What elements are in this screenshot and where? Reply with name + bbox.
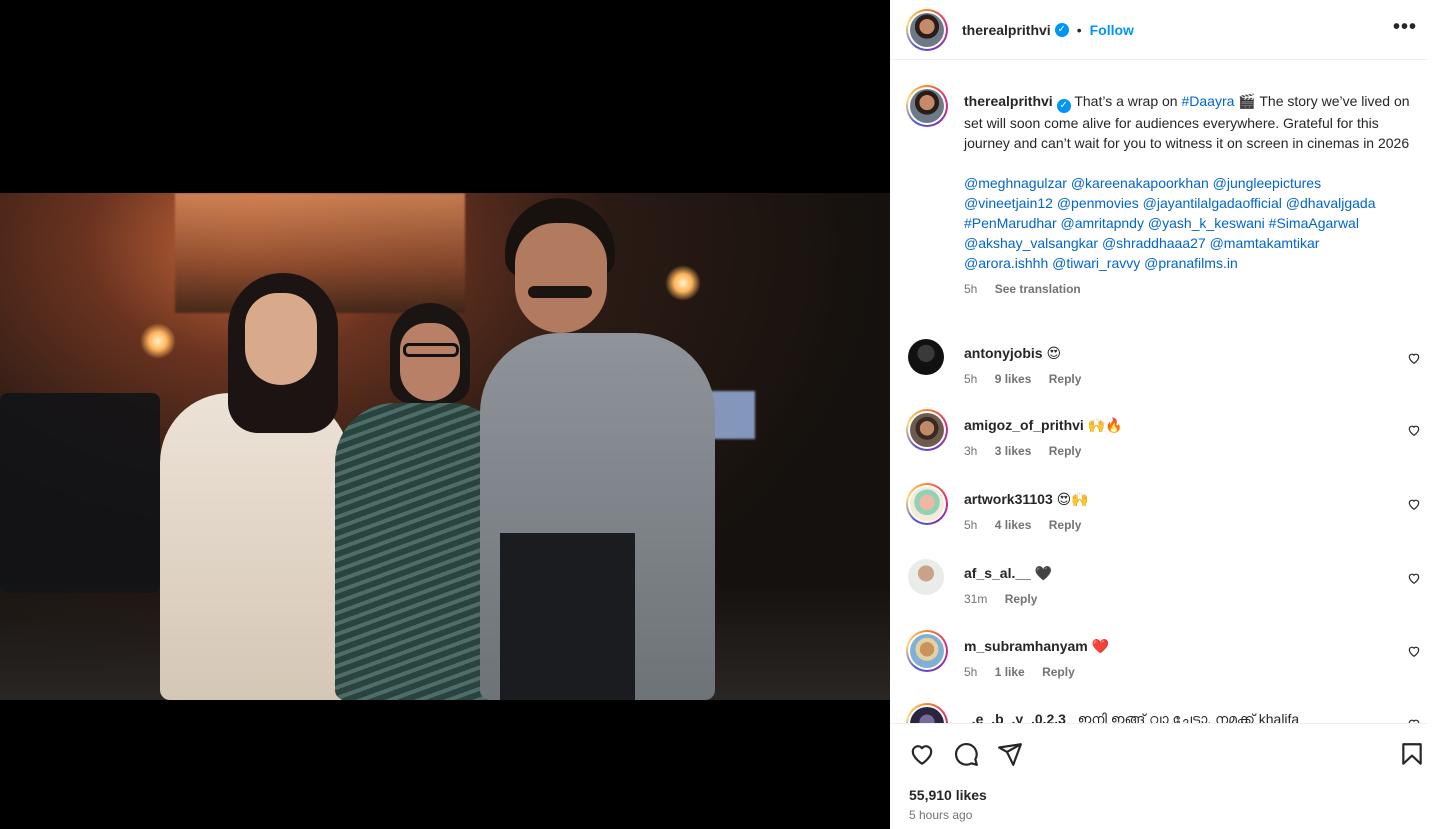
- comment-row: antonyjobis 😍 5h 9 likes Reply: [906, 337, 1421, 401]
- comments-scroll-area[interactable]: therealprithvi ✓ That’s a wrap on #Daayra…: [890, 61, 1427, 723]
- bookmark-icon[interactable]: [1399, 741, 1425, 767]
- comment-like-heart-icon[interactable]: [1407, 497, 1421, 511]
- comment-text: 🖤: [1034, 565, 1053, 581]
- post-time-ago[interactable]: 5 hours ago: [909, 808, 972, 822]
- comment-content: m_subramhanyam ❤️ 5h 1 like Reply: [964, 636, 1424, 682]
- comment-avatar[interactable]: [908, 559, 944, 595]
- media-area: [0, 0, 890, 829]
- hashtag-link[interactable]: #Daayra: [1181, 93, 1234, 109]
- person-1-face: [245, 293, 317, 385]
- caption-mentions-line[interactable]: #PenMarudhar @amritapndy @yash_k_keswani…: [964, 213, 1424, 233]
- person-2-glasses: [403, 343, 459, 357]
- caption-mentions-line[interactable]: @arora.ishhh @tiwari_ravvy @pranafilms.i…: [964, 253, 1424, 273]
- comment-content: antonyjobis 😍 5h 9 likes Reply: [964, 343, 1424, 389]
- see-translation-button[interactable]: See translation: [995, 282, 1081, 296]
- follow-button[interactable]: Follow: [1090, 22, 1134, 38]
- photo-street-light: [140, 323, 176, 359]
- comment-row: artwork31103 😍🙌 5h 4 likes Reply: [906, 483, 1421, 547]
- comment-text: 😍🙌: [1056, 491, 1089, 507]
- comment-content: af_s_al.__ 🖤 31m Reply: [964, 563, 1424, 609]
- comment-username[interactable]: af_s_al.__: [964, 565, 1031, 581]
- post-photo[interactable]: [0, 193, 890, 700]
- person-3-trousers: [500, 533, 635, 700]
- comment-username[interactable]: antonyjobis: [964, 345, 1043, 361]
- person-3-moustache: [528, 286, 592, 298]
- photo-car: [0, 393, 160, 593]
- comment-username[interactable]: artwork31103: [964, 491, 1053, 507]
- comment-row: af_s_al.__ 🖤 31m Reply: [906, 557, 1421, 621]
- caption-meta: 5h See translation: [964, 279, 1424, 299]
- comment-username[interactable]: amigoz_of_prithvi: [964, 417, 1084, 433]
- comment-avatar[interactable]: [906, 703, 948, 723]
- heart-icon[interactable]: [909, 741, 935, 767]
- reply-button[interactable]: Reply: [1049, 518, 1082, 532]
- caption-mentions-line[interactable]: @akshay_valsangkar @shraddhaaa27 @mamtak…: [964, 233, 1424, 253]
- comment-time[interactable]: 3h: [964, 444, 977, 458]
- clapper-emoji: 🎬: [1238, 93, 1256, 109]
- comment-username[interactable]: m_subramhanyam: [964, 638, 1088, 654]
- person-1-body: [160, 393, 350, 700]
- comment-like-heart-icon[interactable]: [1407, 571, 1421, 585]
- caption-text-before: That’s a wrap on: [1074, 93, 1182, 109]
- comment-text: ഇനി ഇങ്ങ് വാ ചേട്ടാ, നമുക്ക് khalifa: [1077, 711, 1300, 723]
- caption-mentions-line[interactable]: @vineetjain12 @penmovies @jayantilalgada…: [964, 193, 1424, 213]
- verified-badge-icon: ✓: [1054, 22, 1069, 37]
- comment-like-heart-icon[interactable]: [1407, 423, 1421, 437]
- post-side-panel: therealprithvi ✓ • Follow ••• therealpri…: [890, 0, 1440, 829]
- comment-likes[interactable]: 1 like: [995, 665, 1025, 679]
- comment-like-heart-icon[interactable]: [1407, 351, 1421, 365]
- caption-author-avatar[interactable]: [906, 85, 948, 127]
- likes-count[interactable]: 55,910 likes: [909, 787, 987, 803]
- verified-badge-icon: ✓: [1056, 99, 1071, 113]
- reply-button[interactable]: Reply: [1005, 592, 1038, 606]
- person-2-face: [400, 323, 460, 401]
- comment-row: amigoz_of_prithvi 🙌🔥 3h 3 likes Reply: [906, 409, 1421, 473]
- comment-content: _.e_.b_.y_.0.2.3_ ഇനി ഇങ്ങ് വാ ചേട്ടാ, ന…: [964, 709, 1424, 723]
- comment-avatar[interactable]: [906, 630, 948, 672]
- author-avatar[interactable]: [906, 8, 948, 51]
- caption-username[interactable]: therealprithvi: [964, 93, 1053, 109]
- comment-time[interactable]: 31m: [964, 592, 987, 606]
- more-options-icon[interactable]: •••: [1393, 16, 1417, 39]
- comment-avatar[interactable]: [908, 339, 944, 375]
- share-icon[interactable]: [997, 741, 1023, 767]
- post-header: therealprithvi ✓ • Follow •••: [890, 0, 1427, 60]
- reply-button[interactable]: Reply: [1049, 372, 1082, 386]
- comment-content: amigoz_of_prithvi 🙌🔥 3h 3 likes Reply: [964, 415, 1424, 461]
- comment-likes[interactable]: 9 likes: [995, 372, 1032, 386]
- comment-row: _.e_.b_.y_.0.2.3_ ഇനി ഇങ്ങ് വാ ചേട്ടാ, ന…: [906, 703, 1421, 723]
- comment-text: ❤️: [1091, 638, 1110, 654]
- caption-mentions-line[interactable]: @meghnagulzar @kareenakapoorkhan @jungle…: [964, 173, 1424, 193]
- separator-dot: •: [1076, 21, 1082, 38]
- comment-time[interactable]: 5h: [964, 665, 977, 679]
- caption-content: therealprithvi ✓ That’s a wrap on #Daayra…: [964, 91, 1424, 299]
- caption-time[interactable]: 5h: [964, 282, 977, 296]
- caption-row: therealprithvi ✓ That’s a wrap on #Daayra…: [906, 85, 1421, 325]
- comment-content: artwork31103 😍🙌 5h 4 likes Reply: [964, 489, 1424, 535]
- comment-text: 😍: [1046, 345, 1062, 361]
- post-action-bar: [890, 723, 1427, 783]
- scrollbar[interactable]: [1427, 0, 1440, 829]
- comment-likes[interactable]: 4 likes: [995, 518, 1032, 532]
- comment-username[interactable]: _.e_.b_.y_.0.2.3_: [964, 711, 1074, 723]
- comment-like-heart-icon[interactable]: [1407, 644, 1421, 658]
- reply-button[interactable]: Reply: [1042, 665, 1075, 679]
- comment-icon[interactable]: [953, 741, 979, 767]
- photo-street-light: [665, 265, 701, 301]
- comment-avatar[interactable]: [906, 409, 948, 451]
- comment-time[interactable]: 5h: [964, 518, 977, 532]
- comment-row: m_subramhanyam ❤️ 5h 1 like Reply: [906, 630, 1421, 694]
- comment-likes[interactable]: 3 likes: [995, 444, 1032, 458]
- person-3-face: [515, 223, 607, 333]
- instagram-post-modal: therealprithvi ✓ • Follow ••• therealpri…: [0, 0, 1440, 829]
- comment-avatar[interactable]: [906, 483, 948, 525]
- reply-button[interactable]: Reply: [1049, 444, 1082, 458]
- author-username[interactable]: therealprithvi: [962, 22, 1051, 38]
- comment-text: 🙌🔥: [1087, 417, 1123, 433]
- comment-time[interactable]: 5h: [964, 372, 977, 386]
